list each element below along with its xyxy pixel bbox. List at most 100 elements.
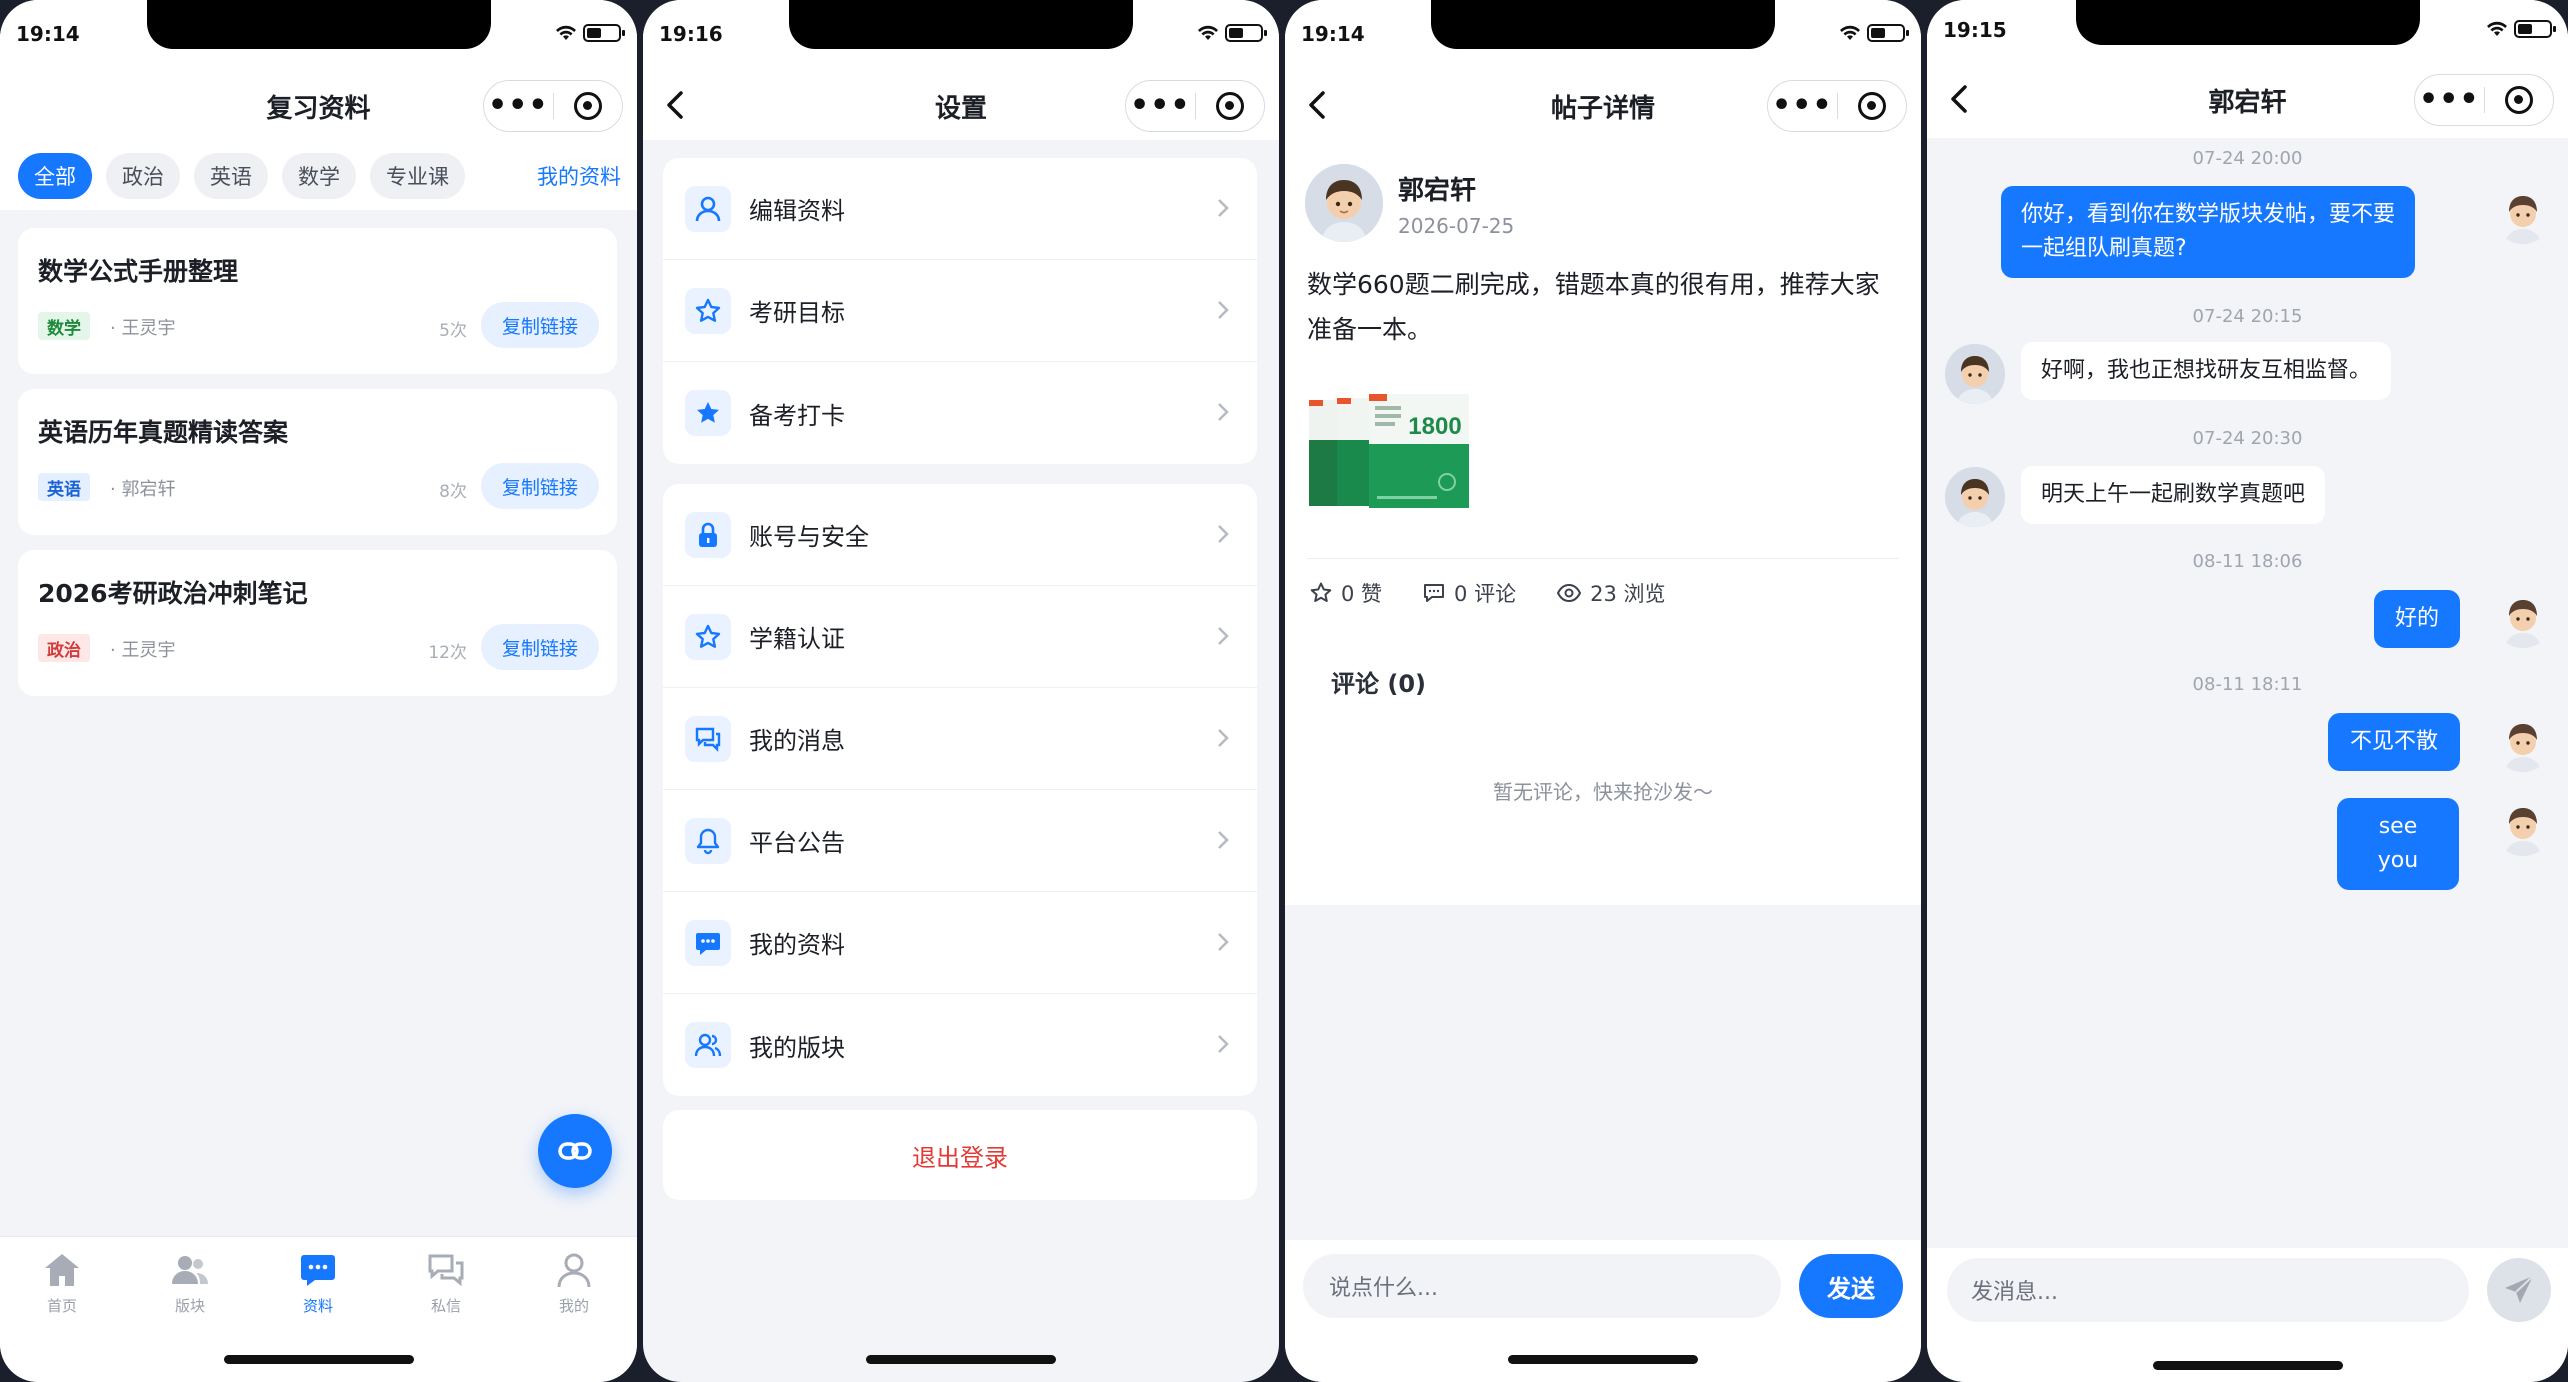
my-materials-link[interactable]: 我的资料 — [537, 161, 621, 191]
chevron-right-icon — [1218, 627, 1229, 645]
copy-count: 8次 — [439, 482, 467, 502]
message-timestamp: 07-24 20:00 — [2192, 148, 2303, 169]
my-avatar[interactable] — [2493, 184, 2553, 244]
settings-row-label: 编辑资料 — [749, 197, 845, 225]
material-card[interactable]: 数学公式手册整理 数学 · 王灵宇 5次 复制链接 — [18, 228, 617, 374]
more-icon[interactable]: ••• — [2415, 85, 2484, 115]
lock-icon — [685, 511, 731, 558]
like-button[interactable]: 0 赞 — [1309, 578, 1382, 608]
settings-row-label: 考研目标 — [749, 299, 845, 327]
phone-post-detail: 19:14 帖子详情 ••• 郭宕轩 2026-07-25 数学660题二刷完成… — [1285, 0, 1921, 1382]
settings-row-announcements[interactable]: 平台公告 — [663, 790, 1257, 892]
copy-link-button[interactable]: 复制链接 — [481, 463, 599, 509]
chevron-right-icon — [1218, 933, 1229, 951]
settings-group-account: 账号与安全 学籍认证 我的消息 平台公告 我的资料 我的版块 — [663, 484, 1257, 1096]
settings-row-security[interactable]: 账号与安全 — [663, 484, 1257, 586]
star-outline-icon — [685, 287, 731, 334]
add-link-fab[interactable] — [538, 1114, 612, 1188]
settings-row-label: 学籍认证 — [749, 625, 845, 653]
my-avatar[interactable] — [2493, 712, 2553, 772]
mini-program-capsule: ••• — [483, 80, 623, 132]
send-button[interactable]: 发送 — [1799, 1254, 1903, 1318]
more-icon[interactable]: ••• — [1768, 91, 1837, 121]
notch — [2075, 0, 2420, 45]
chip-major[interactable]: 专业课 — [370, 153, 465, 199]
tab-home[interactable]: 首页 — [12, 1251, 112, 1316]
my-avatar[interactable] — [2493, 588, 2553, 648]
chevron-right-icon — [1218, 729, 1229, 747]
copy-link-button[interactable]: 复制链接 — [481, 302, 599, 348]
chip-math[interactable]: 数学 — [282, 153, 356, 199]
target-icon — [573, 92, 602, 120]
material-card[interactable]: 2026考研政治冲刺笔记 政治 · 王灵宇 12次 复制链接 — [18, 550, 617, 696]
tab-label: 我的 — [558, 1297, 589, 1315]
settings-row-label: 我的版块 — [749, 1033, 845, 1062]
close-mini-program-button[interactable] — [2485, 86, 2554, 114]
status-bar: 19:14 — [0, 0, 637, 60]
settings-row-checkin[interactable]: 备考打卡 — [663, 362, 1257, 464]
close-mini-program-button[interactable] — [554, 92, 623, 120]
material-title: 数学公式手册整理 — [38, 257, 239, 286]
settings-row-my-boards[interactable]: 我的版块 — [663, 994, 1257, 1096]
close-mini-program-button[interactable] — [1196, 92, 1265, 120]
tab-boards[interactable]: 版块 — [140, 1251, 240, 1316]
send-message-button[interactable] — [2487, 1258, 2551, 1322]
avatar[interactable] — [1305, 164, 1383, 242]
message-bubble-sent[interactable]: 不见不散 — [2328, 713, 2460, 771]
chat-bubble-icon — [685, 919, 731, 966]
settings-row-my-materials[interactable]: 我的资料 — [663, 892, 1257, 994]
more-icon[interactable]: ••• — [1126, 91, 1195, 121]
tab-materials[interactable]: 资料 — [268, 1251, 368, 1316]
user-icon — [557, 1253, 591, 1288]
settings-row-my-messages[interactable]: 我的消息 — [663, 688, 1257, 790]
tab-messages[interactable]: 私信 — [396, 1251, 496, 1316]
home-indicator — [866, 1355, 1056, 1364]
settings-row-edit-profile[interactable]: 编辑资料 — [663, 158, 1257, 260]
status-time: 19:16 — [659, 22, 723, 46]
message-bubble-sent[interactable]: see you — [2337, 798, 2459, 890]
comment-count: 0 评论 — [1454, 582, 1517, 606]
post-author-name[interactable]: 郭宕轩 — [1398, 170, 1476, 207]
users-icon — [685, 1022, 731, 1068]
post-image[interactable]: 1800 — [1307, 392, 1471, 512]
copy-link-button[interactable]: 复制链接 — [481, 624, 599, 670]
tab-profile[interactable]: 我的 — [524, 1251, 624, 1316]
close-mini-program-button[interactable] — [1838, 92, 1907, 120]
target-icon — [1857, 92, 1886, 120]
chip-english[interactable]: 英语 — [194, 153, 268, 199]
status-time: 19:15 — [1943, 18, 2007, 42]
my-avatar[interactable] — [2493, 796, 2553, 856]
partner-avatar[interactable] — [1945, 344, 2005, 404]
message-bubble-received[interactable]: 好啊，我也正想找研友互相监督。 — [2021, 342, 2392, 400]
chevron-right-icon — [1218, 301, 1229, 319]
mini-program-capsule: ••• — [1767, 80, 1907, 132]
cartoon-boy-avatar — [2505, 724, 2541, 772]
partner-avatar[interactable] — [1945, 467, 2005, 527]
logout-button[interactable]: 退出登录 — [663, 1110, 1257, 1200]
message-timestamp: 08-11 18:11 — [2192, 674, 2303, 695]
message-bubble-sent[interactable]: 你好，看到你在数学版块发帖，要不要一起组队刷真题? — [2001, 186, 2415, 278]
mini-program-capsule: ••• — [2414, 74, 2554, 126]
more-icon[interactable]: ••• — [484, 91, 553, 121]
chip-politics[interactable]: 政治 — [106, 153, 180, 199]
phone-review-materials: 19:14 复习资料 ••• 全部 政治 英语 数学 专业课 我的资料 数学公式… — [0, 0, 637, 1382]
message-input[interactable]: 发消息... — [1947, 1258, 2469, 1322]
comment-input[interactable]: 说点什么... — [1303, 1254, 1781, 1318]
message-timestamp: 08-11 18:06 — [2192, 551, 2303, 572]
material-card[interactable]: 英语历年真题精读答案 英语 · 郭宕轩 8次 复制链接 — [18, 389, 617, 535]
chip-all[interactable]: 全部 — [18, 153, 92, 199]
tab-label: 资料 — [302, 1297, 333, 1315]
settings-row-goal[interactable]: 考研目标 — [663, 260, 1257, 362]
status-bar: 19:16 — [643, 0, 1279, 60]
star-outline-icon — [685, 613, 731, 660]
eye-icon — [1556, 583, 1582, 603]
battery-icon — [2514, 20, 2556, 38]
settings-row-student-verify[interactable]: 学籍认证 — [663, 586, 1257, 688]
home-indicator — [2152, 1361, 2343, 1370]
comment-button[interactable]: 0 评论 — [1422, 578, 1516, 608]
category-filter: 全部 政治 英语 数学 专业课 我的资料 — [18, 152, 621, 200]
message-bubble-sent[interactable]: 好的 — [2374, 590, 2460, 648]
post-date: 2026-07-25 — [1398, 214, 1515, 238]
status-time: 19:14 — [1301, 22, 1365, 46]
message-bubble-received[interactable]: 明天上午一起刷数学真题吧 — [2021, 466, 2326, 524]
